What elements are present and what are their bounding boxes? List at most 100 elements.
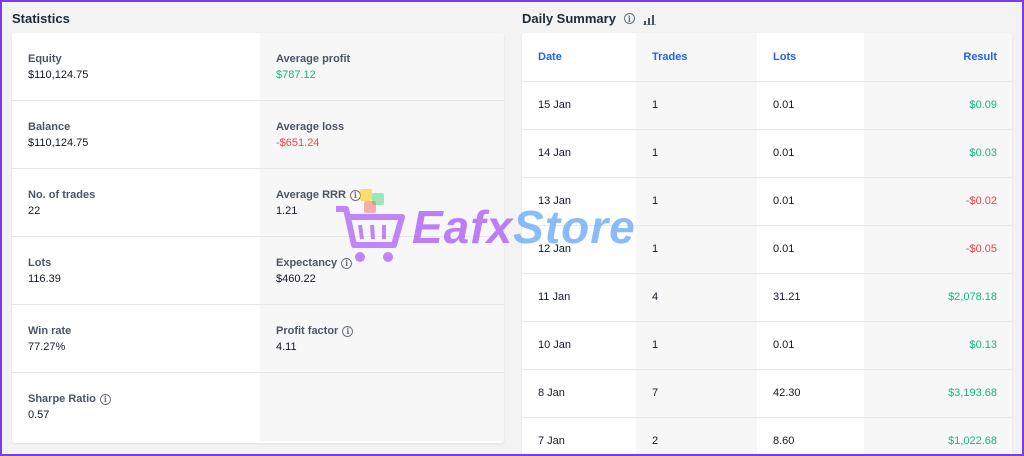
cell-lots: 8.60	[757, 417, 864, 454]
stat-value: 116.39	[28, 273, 61, 285]
statistics-panel: Equity $110,124.75 Average profit $787.12 Ba…	[12, 33, 504, 443]
stat-label: Balance	[28, 121, 260, 133]
stat-label-text: Expectancy	[276, 257, 338, 269]
cell-date: 13 Jan	[522, 177, 636, 226]
cell-date: 8 Jan	[522, 369, 636, 418]
stat-cell: Win rate 77.27%	[12, 305, 260, 373]
info-icon[interactable]: i	[349, 189, 361, 201]
cell-trades: 1	[636, 129, 757, 178]
stat-label: Win rate	[28, 325, 260, 337]
table-row: 11 Jan 4 31.21 $2,078.18	[522, 273, 1012, 322]
daily-summary-table: Date Trades Lots Result 15 Jan 1 0.01 $0.09…	[522, 33, 1012, 454]
cell-lots: 0.01	[757, 81, 864, 130]
cell-trades: 1	[636, 177, 757, 226]
cell-lots: 0.01	[757, 129, 864, 178]
table-row: 15 Jan 1 0.01 $0.09	[522, 81, 1012, 130]
stat-label: Lots	[28, 257, 260, 269]
bar-chart-icon[interactable]	[642, 13, 657, 25]
cell-result: $0.09	[864, 81, 1012, 130]
stat-label: Profit factor i	[276, 325, 504, 337]
stat-value: 1.21	[276, 205, 298, 217]
stat-cell: Expectancy i $460.22	[260, 237, 504, 305]
stat-label-text: No. of trades	[28, 189, 96, 201]
stat-label: Equity	[28, 53, 260, 65]
info-icon[interactable]: i	[341, 257, 353, 269]
cell-trades: 4	[636, 273, 757, 322]
stat-cell: Lots 116.39	[12, 237, 260, 305]
stat-label: Sharpe Ratio i	[28, 393, 260, 405]
stat-label: Average RRR i	[276, 189, 504, 201]
stat-cell: Average RRR i 1.21	[260, 169, 504, 237]
table-row: 10 Jan 1 0.01 $0.13	[522, 321, 1012, 370]
stat-label-text: Equity	[28, 53, 62, 65]
info-icon[interactable]: i	[99, 393, 111, 405]
cell-trades: 1	[636, 225, 757, 274]
stat-value: $110,124.75	[28, 69, 89, 81]
cell-result: -$0.02	[864, 177, 1012, 226]
cell-result: $0.03	[864, 129, 1012, 178]
cell-lots: 0.01	[757, 177, 864, 226]
cell-result: -$0.05	[864, 225, 1012, 274]
stat-label-text: Win rate	[28, 325, 72, 337]
stat-label-text: Average loss	[276, 121, 345, 133]
column-header-date[interactable]: Date	[522, 33, 636, 82]
cell-date: 11 Jan	[522, 273, 636, 322]
daily-summary-title: Daily Summary i	[522, 11, 657, 26]
column-header-lots[interactable]: Lots	[757, 33, 864, 82]
table-row: 13 Jan 1 0.01 -$0.02	[522, 177, 1012, 226]
stat-value: $787.12	[276, 69, 316, 81]
column-header-result[interactable]: Result	[864, 33, 1012, 82]
cell-lots: 31.21	[757, 273, 864, 322]
stat-label-text: Lots	[28, 257, 52, 269]
cell-date: 7 Jan	[522, 417, 636, 454]
table-row: 12 Jan 1 0.01 -$0.05	[522, 225, 1012, 274]
table-row: 7 Jan 2 8.60 $1,022.68	[522, 417, 1012, 454]
cell-lots: 0.01	[757, 225, 864, 274]
cell-result: $1,022.68	[864, 417, 1012, 454]
table-row: 14 Jan 1 0.01 $0.03	[522, 129, 1012, 178]
stat-label-text: Profit factor	[276, 325, 339, 337]
cell-trades: 7	[636, 369, 757, 418]
stat-label: Expectancy i	[276, 257, 504, 269]
cell-trades: 1	[636, 81, 757, 130]
stat-label-text: Average profit	[276, 53, 351, 65]
stat-cell: Average loss -$651.24	[260, 101, 504, 169]
cell-date: 15 Jan	[522, 81, 636, 130]
stat-cell: Average profit $787.12	[260, 33, 504, 101]
stat-label-text: Sharpe Ratio	[28, 393, 96, 405]
stat-label-text: Balance	[28, 121, 71, 133]
stat-label-text: Average RRR	[276, 189, 346, 201]
app-frame: Statistics Daily Summary i Equity $110,12…	[2, 2, 1022, 454]
stat-cell: Equity $110,124.75	[12, 33, 260, 101]
cell-lots: 42.30	[757, 369, 864, 418]
stat-cell: Balance $110,124.75	[12, 101, 260, 169]
stat-value: $110,124.75	[28, 137, 89, 149]
stat-value: 0.57	[28, 409, 50, 421]
cell-date: 10 Jan	[522, 321, 636, 370]
table-header-row: Date Trades Lots Result	[522, 33, 1012, 82]
cell-result: $2,078.18	[864, 273, 1012, 322]
stat-value: 77.27%	[28, 341, 66, 353]
cell-date: 14 Jan	[522, 129, 636, 178]
stat-label: No. of trades	[28, 189, 260, 201]
daily-summary-panel: Date Trades Lots Result 15 Jan 1 0.01 $0.09…	[522, 33, 1012, 454]
stat-value: 22	[28, 205, 41, 217]
info-icon[interactable]: i	[342, 325, 354, 337]
table-row: 8 Jan 7 42.30 $3,193.68	[522, 369, 1012, 418]
statistics-title: Statistics	[12, 11, 70, 26]
stat-cell	[260, 373, 504, 441]
stat-label: Average profit	[276, 53, 504, 65]
stat-cell: Sharpe Ratio i 0.57	[12, 373, 260, 441]
cell-result: $3,193.68	[864, 369, 1012, 418]
info-icon[interactable]: i	[623, 13, 635, 24]
stat-value: 4.11	[276, 341, 297, 353]
statistics-grid: Equity $110,124.75 Average profit $787.12 Ba…	[12, 33, 504, 441]
cell-trades: 2	[636, 417, 757, 454]
cell-lots: 0.01	[757, 321, 864, 370]
stat-label: Average loss	[276, 121, 504, 133]
column-header-trades[interactable]: Trades	[636, 33, 757, 82]
cell-result: $0.13	[864, 321, 1012, 370]
cell-trades: 1	[636, 321, 757, 370]
stat-value: -$651.24	[276, 137, 320, 149]
cell-date: 12 Jan	[522, 225, 636, 274]
